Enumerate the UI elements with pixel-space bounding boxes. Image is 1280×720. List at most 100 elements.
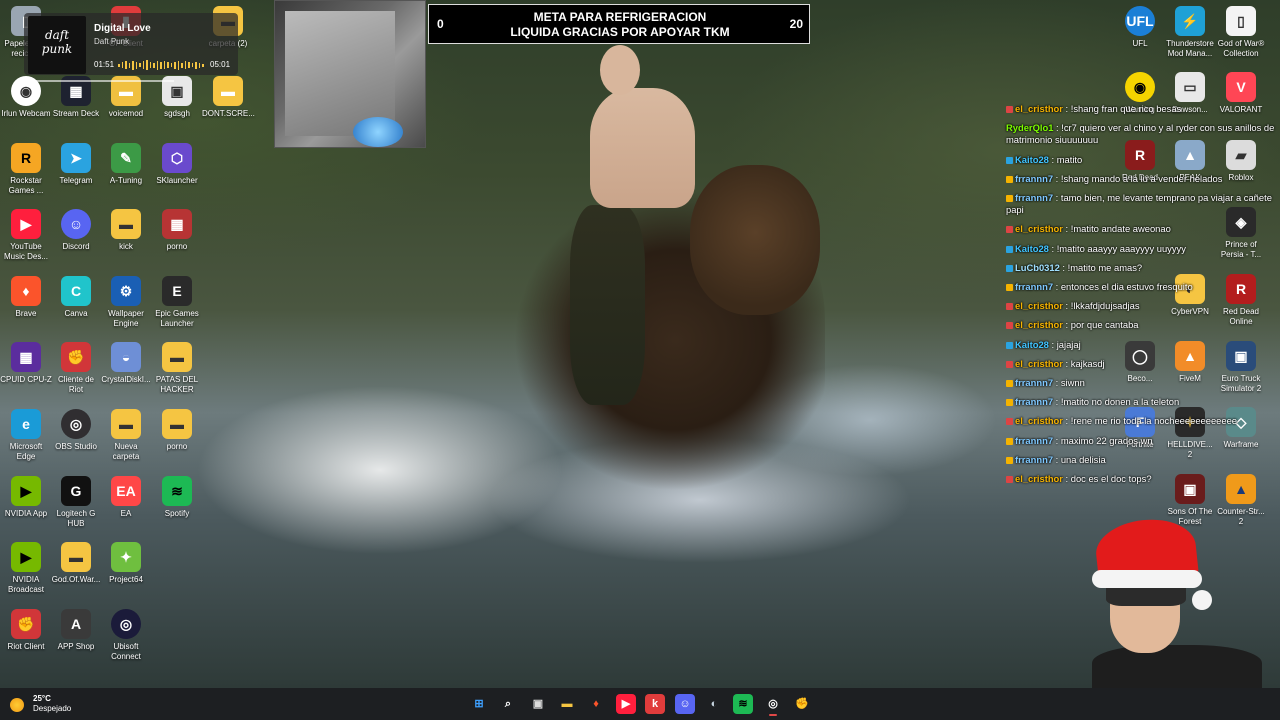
desktop-icon[interactable]: ▬ DONT.SCRE... bbox=[202, 76, 255, 119]
start-icon[interactable]: ⊞ bbox=[469, 694, 489, 714]
search-icon[interactable]: ⌕ bbox=[498, 694, 518, 714]
app-icon: ▬ bbox=[162, 409, 192, 439]
waveform-bar bbox=[118, 63, 120, 67]
desktop-icon-label: God.Of.War... bbox=[51, 575, 101, 584]
desktop-icon-label: OBS Studio bbox=[55, 442, 97, 451]
file-explorer-icon[interactable]: ▬ bbox=[557, 694, 577, 714]
desktop-icon-label: PATAS DEL HACKER bbox=[155, 375, 199, 394]
chat-message: el_cristhor : !matito andate aweonao bbox=[1006, 223, 1276, 235]
desktop-icon[interactable]: ⚙ Wallpaper Engine bbox=[100, 276, 152, 329]
sun-icon bbox=[10, 698, 24, 712]
chat-badge-icon bbox=[1006, 437, 1013, 445]
desktop-icon[interactable]: G Logitech G HUB bbox=[50, 476, 102, 529]
chat-text: : kajkasdj bbox=[1062, 357, 1105, 369]
desktop-icon-label: Discord bbox=[62, 242, 90, 251]
chat-username: LuCb0312 bbox=[1015, 261, 1060, 273]
desktop-icon-label: Wallpaper Engine bbox=[108, 309, 144, 328]
desktop-icon[interactable]: e Microsoft Edge bbox=[0, 409, 52, 462]
goal-title-line-1: META PARA REFRIGERACION bbox=[533, 10, 707, 24]
desktop-icon[interactable]: EA EA bbox=[100, 476, 152, 519]
chat-badge-icon bbox=[1006, 380, 1013, 388]
chat-username: frrannn7 bbox=[1015, 377, 1054, 389]
app-red-icon[interactable]: k bbox=[645, 694, 665, 714]
chat-message: frrannn7 : !matito no donen a la teleton bbox=[1006, 396, 1276, 408]
santa-hat-brim bbox=[1092, 570, 1202, 588]
desktop-icon[interactable]: ▬ kick bbox=[100, 209, 152, 252]
desktop-icon[interactable]: ✊ Cliente de Riot bbox=[50, 342, 102, 395]
youtube-music-icon[interactable]: ▶ bbox=[616, 694, 636, 714]
desktop-icon[interactable]: ▦ porno bbox=[151, 209, 203, 252]
chat-text: : !shang mando a la lu a vender helados bbox=[1053, 172, 1223, 184]
app-icon: e bbox=[11, 409, 41, 439]
audio-waveform[interactable] bbox=[118, 60, 204, 70]
app-icon: C bbox=[61, 276, 91, 306]
app-icon: ⚙ bbox=[111, 276, 141, 306]
riot-icon[interactable]: ✊ bbox=[792, 694, 812, 714]
desktop-icon[interactable]: ▶ NVIDIA Broadcast bbox=[0, 542, 52, 595]
wallpaper-rider-legs bbox=[570, 205, 645, 405]
chat-text: : maximo 22 grados wn bbox=[1053, 434, 1153, 446]
task-view-icon[interactable]: ▣ bbox=[528, 694, 548, 714]
chat-message: el_cristhor : por que cantaba bbox=[1006, 319, 1276, 331]
desktop-icon[interactable]: ♦ Brave bbox=[0, 276, 52, 319]
app-icon: ◒ bbox=[111, 342, 141, 372]
desktop-icon[interactable]: C Canva bbox=[50, 276, 102, 319]
desktop-icon[interactable]: ◒ CrystalDiskI... bbox=[100, 342, 152, 385]
chat-text: : matito bbox=[1048, 153, 1083, 165]
desktop-icon-label: Rockstar Games ... bbox=[8, 176, 44, 195]
desktop-icon[interactable]: ▬ PATAS DEL HACKER bbox=[151, 342, 203, 395]
waveform-bar bbox=[167, 62, 169, 68]
app-icon: ▦ bbox=[11, 342, 41, 372]
desktop-icon[interactable]: ▬ God.Of.War... bbox=[50, 542, 102, 585]
desktop-icon[interactable]: ▬ Nueva carpeta bbox=[100, 409, 152, 462]
desktop-icon[interactable]: ≋ Spotify bbox=[151, 476, 203, 519]
app-icon: ▦ bbox=[162, 209, 192, 239]
track-duration: 05:01 bbox=[210, 60, 231, 69]
desktop-icon[interactable]: ◎ Ubisoft Connect bbox=[100, 609, 152, 662]
discord-icon[interactable]: ☺ bbox=[675, 694, 695, 714]
desktop-icon[interactable]: ⬡ SKlauncher bbox=[151, 143, 203, 186]
spotify-icon[interactable]: ≋ bbox=[733, 694, 753, 714]
app-icon: EA bbox=[111, 476, 141, 506]
desktop-icon[interactable]: ◎ OBS Studio bbox=[50, 409, 102, 452]
chat-username: el_cristhor bbox=[1015, 223, 1063, 235]
app-icon: ▭ bbox=[1175, 72, 1205, 102]
desktop-icon[interactable]: ✊ Riot Client bbox=[0, 609, 52, 652]
obs-icon[interactable]: ◎ bbox=[763, 694, 783, 714]
desktop-icon[interactable]: ▶ YouTube Music Des... bbox=[0, 209, 52, 262]
steam-icon[interactable]: ◐ bbox=[704, 694, 724, 714]
waveform-bar bbox=[198, 62, 201, 68]
desktop-icon[interactable]: ✦ Project64 bbox=[100, 542, 152, 585]
desktop-icon[interactable]: ▬ porno bbox=[151, 409, 203, 452]
chat-text: : !matito no donen a la teleton bbox=[1053, 396, 1180, 408]
desktop-icon[interactable]: UFL UFL bbox=[1114, 6, 1166, 49]
chat-message: Kaito28 : matito bbox=[1006, 154, 1276, 166]
desktop-icon[interactable]: ◉ Irlun Webcam bbox=[0, 76, 52, 119]
chat-message: el_cristhor : doc es el doc tops? bbox=[1006, 473, 1276, 485]
webcam-light bbox=[353, 117, 403, 147]
weather-condition: Despejado bbox=[33, 704, 72, 713]
chat-badge-icon bbox=[1006, 360, 1013, 368]
desktop-icon[interactable]: ▦ Stream Deck bbox=[50, 76, 102, 119]
chat-badge-icon bbox=[1006, 106, 1013, 113]
desktop-icon-label: porno bbox=[166, 442, 188, 451]
brave-icon[interactable]: ♦ bbox=[586, 694, 606, 714]
desktop-icon[interactable]: E Epic Games Launcher bbox=[151, 276, 203, 329]
desktop-icon[interactable]: ▶ NVIDIA App bbox=[0, 476, 52, 519]
desktop-icon[interactable]: ⚡ Thunderstore Mod Mana... bbox=[1164, 6, 1216, 59]
desktop-icon-label: YouTube Music Des... bbox=[3, 242, 48, 261]
desktop-icon[interactable]: ▦ CPUID CPU-Z bbox=[0, 342, 52, 385]
desktop-icon[interactable]: ☺ Discord bbox=[50, 209, 102, 252]
waveform-bar bbox=[177, 60, 180, 70]
desktop-icon[interactable]: ▣ sgdsgh bbox=[151, 76, 203, 119]
desktop-icon[interactable]: ▬ voicemod bbox=[100, 76, 152, 119]
desktop-icon[interactable]: R Rockstar Games ... bbox=[0, 143, 52, 196]
desktop-icon[interactable]: ▯ God of War® Collection bbox=[1215, 6, 1267, 59]
chat-message: Kaito28 : jajajaj bbox=[1006, 339, 1276, 351]
desktop-icon[interactable]: A APP Shop bbox=[50, 609, 102, 652]
media-progress-bar[interactable] bbox=[24, 80, 174, 82]
chat-message: el_cristhor : !lkkafdjdujsadjas bbox=[1006, 300, 1276, 312]
desktop-icon[interactable]: ✎ A-Tuning bbox=[100, 143, 152, 186]
chat-message: frrannn7 : !shang mando a la lu a vender… bbox=[1006, 173, 1276, 185]
desktop-icon[interactable]: ➤ Telegram bbox=[50, 143, 102, 186]
